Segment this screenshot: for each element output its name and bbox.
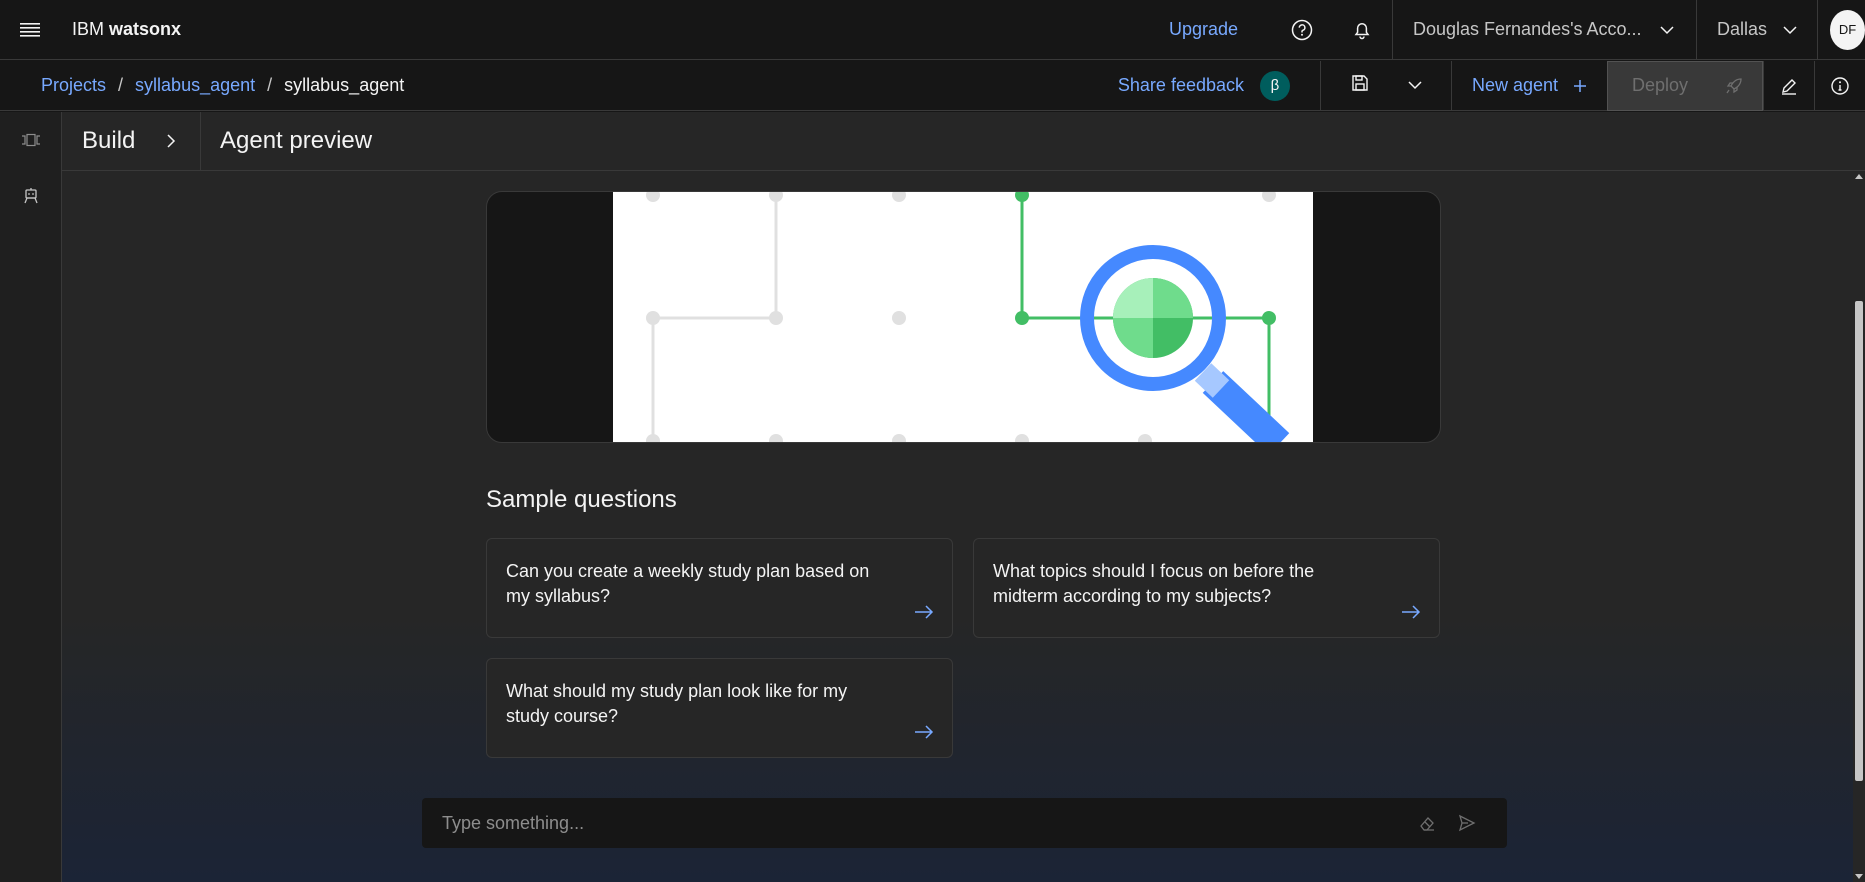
eraser-icon[interactable] [1407,803,1447,843]
scrollbar[interactable] [1853,171,1865,882]
rocket-icon [1726,77,1742,93]
project-toolbar: Projects / syllabus_agent / syllabus_age… [0,60,1865,111]
share-feedback-link[interactable]: Share feedback [1118,75,1244,96]
notification-bell-icon[interactable] [1332,0,1392,60]
scroll-down-icon[interactable] [1855,874,1863,880]
menu-icon[interactable] [0,0,60,60]
breadcrumb-project[interactable]: syllabus_agent [135,75,255,96]
build-label: Build [82,127,136,154]
breadcrumb-separator: / [267,75,273,95]
build-toggle[interactable]: Build [62,111,201,171]
sample-question-card[interactable]: What should my study plan look like for … [486,658,953,758]
account-name: Douglas Fernandes's Acco... [1413,19,1642,39]
panel-header: Build Agent preview [62,111,1865,171]
page-title: Agent preview [220,127,373,154]
chevron-right-icon [167,134,176,148]
breadcrumb-projects[interactable]: Projects [41,75,106,96]
edit-icon[interactable] [1763,60,1814,111]
product-logo[interactable]: IBM watsonx [72,19,181,40]
help-icon[interactable] [1272,0,1332,60]
sample-question-text: Can you create a weekly study plan based… [506,561,870,606]
upgrade-link[interactable]: Upgrade [1169,19,1238,40]
avatar-container: DF [1817,0,1865,60]
chevron-down-icon [1783,25,1797,34]
avatar[interactable]: DF [1830,9,1865,50]
save-icon[interactable] [1351,74,1369,97]
breadcrumb: Projects / syllabus_agent / syllabus_age… [41,75,404,96]
breadcrumb-current: syllabus_agent [284,75,405,95]
brand-name: watsonx [109,19,182,39]
top-header: IBM watsonx Upgrade Douglas Fernandes's … [0,0,1865,60]
sample-question-card[interactable]: What topics should I focus on before the… [973,538,1440,638]
region-selector[interactable]: Dallas [1696,0,1817,60]
brand-prefix: IBM [72,19,105,39]
chat-input[interactable] [442,812,1407,834]
scroll-up-icon[interactable] [1855,173,1863,179]
account-switcher[interactable]: Douglas Fernandes's Acco... [1392,0,1696,60]
beta-badge: β [1260,70,1290,101]
agent-icon[interactable] [0,168,62,224]
chevron-down-icon [1660,25,1674,34]
hero-banner [486,191,1441,443]
send-icon[interactable] [1447,803,1487,843]
chat-composer [422,798,1507,848]
arrow-right-icon [1402,605,1421,619]
sample-question-text: What topics should I focus on before the… [993,561,1315,606]
deploy-button[interactable]: Deploy [1607,60,1763,111]
breadcrumb-separator: / [118,75,124,95]
search-illustration [613,192,1313,442]
left-rail [0,112,62,882]
arrow-right-icon [915,605,934,619]
region-name: Dallas [1717,19,1768,39]
collapse-panel-icon[interactable] [0,112,62,168]
deploy-label: Deploy [1632,75,1689,95]
sample-questions-title: Sample questions [486,486,677,513]
sample-question-text: What should my study plan look like for … [506,681,848,726]
new-agent-label: New agent [1472,75,1559,95]
sample-question-card[interactable]: Can you create a weekly study plan based… [486,538,953,638]
scroll-thumb[interactable] [1855,301,1863,781]
chevron-down-icon[interactable] [1407,77,1422,95]
save-button-group [1320,60,1451,111]
arrow-right-icon [915,725,934,739]
info-icon[interactable] [1814,60,1865,111]
plus-icon [1574,79,1586,92]
agent-preview-area: Sample questions Can you create a weekly… [62,171,1853,882]
new-agent-button[interactable]: New agent [1451,60,1607,111]
